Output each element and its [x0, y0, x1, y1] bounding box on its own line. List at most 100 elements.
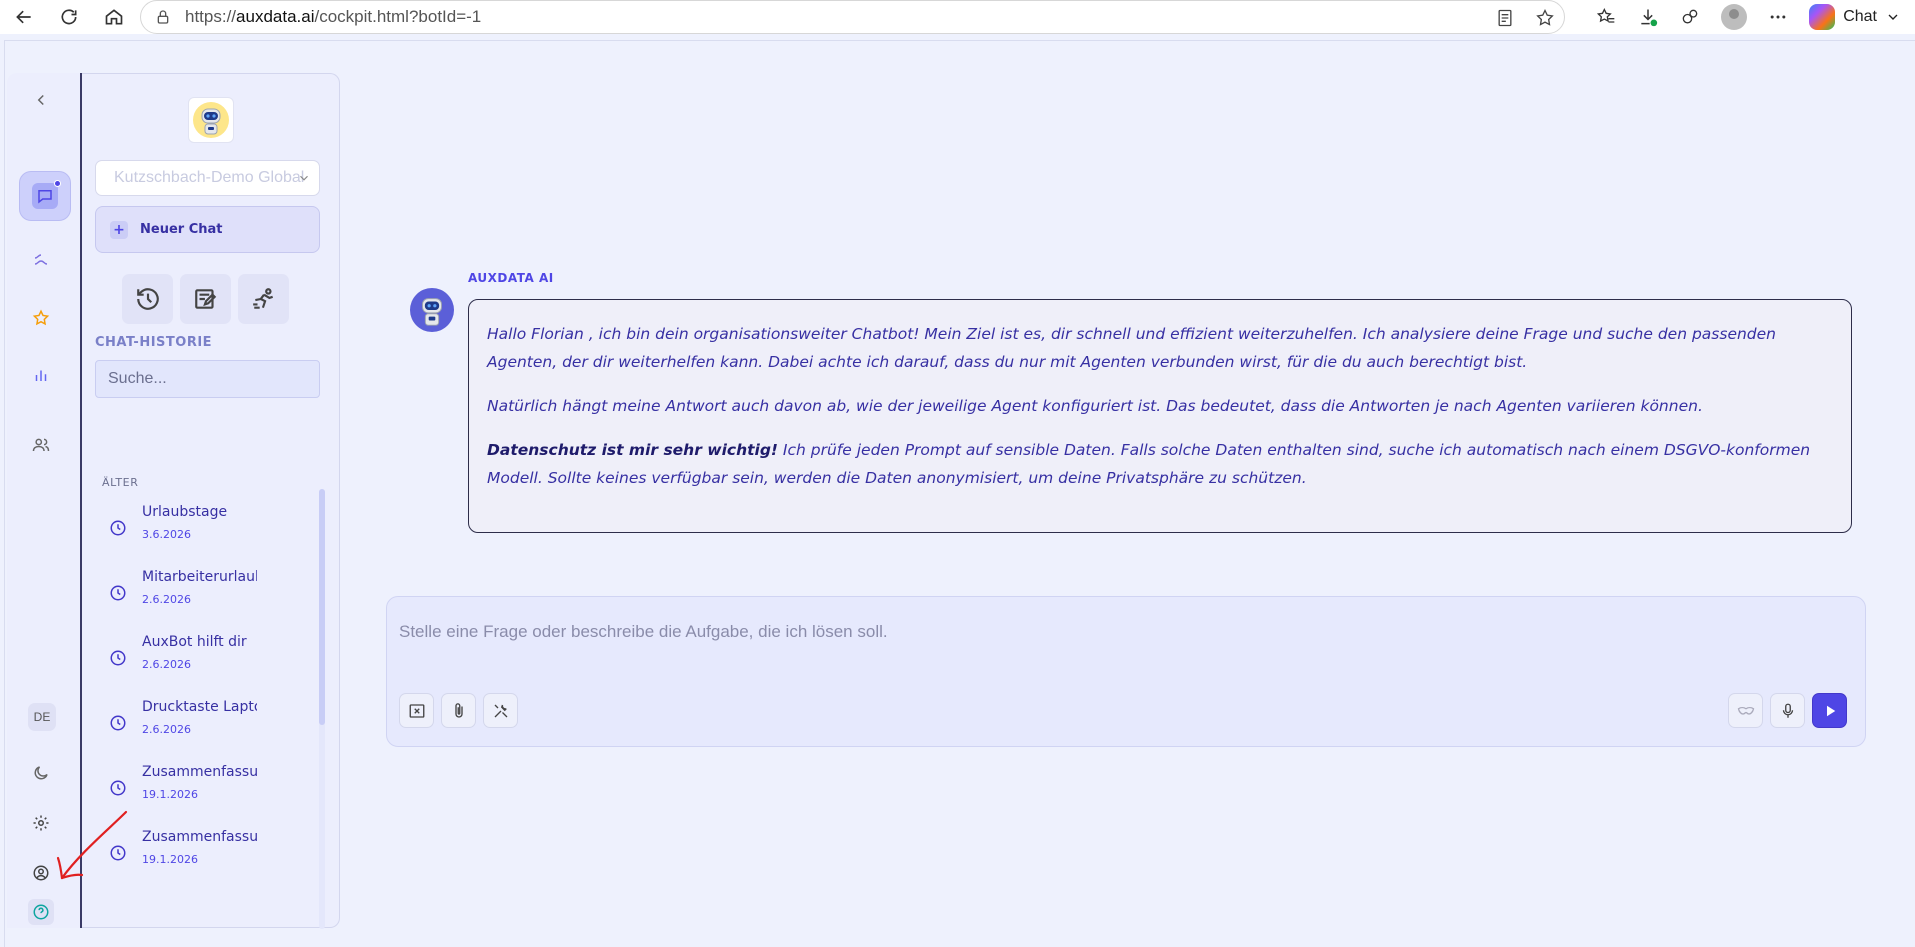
- history-item-title: Zusammenfassung: [142, 764, 257, 780]
- history-item-title: Mitarbeiterurlaub: [142, 569, 257, 585]
- assistant-avatar: [410, 288, 454, 332]
- copilot-icon: [1809, 4, 1836, 30]
- plus-icon: +: [110, 220, 128, 239]
- history-button[interactable]: [122, 274, 173, 324]
- gear-icon: [33, 815, 49, 831]
- settings-button[interactable]: [26, 808, 56, 838]
- runner-icon: [252, 288, 273, 309]
- help-button[interactable]: [28, 899, 54, 925]
- sidebar-tools: [122, 274, 289, 324]
- clear-chat-button[interactable]: [399, 693, 434, 728]
- clock-icon: [110, 845, 126, 861]
- star-icon: [32, 309, 50, 326]
- history-item[interactable]: Zusammenfassung 19.1.2026: [95, 826, 315, 891]
- edit-document-icon: [194, 289, 216, 309]
- robot-icon: [193, 102, 229, 138]
- history-item-date: 2.6.2026: [142, 723, 191, 736]
- downloads-icon[interactable]: [1637, 6, 1659, 28]
- chat-bubble-icon: [38, 190, 52, 204]
- home-icon[interactable]: [98, 1, 130, 33]
- address-bar[interactable]: https://auxdata.ai/cockpit.html?botId=-1: [140, 0, 1565, 34]
- paperclip-icon: [454, 702, 463, 718]
- history-item-date: 19.1.2026: [142, 788, 198, 801]
- chevron-left-icon: [37, 94, 44, 106]
- url-prefix: https://: [185, 7, 237, 26]
- attach-file-button[interactable]: [441, 693, 476, 728]
- favorite-star-icon[interactable]: [1534, 7, 1556, 29]
- copilot-chat-button[interactable]: Chat: [1809, 4, 1901, 30]
- history-item-title: Urlaubstage: [142, 504, 228, 520]
- history-item-date: 3.6.2026: [142, 528, 191, 541]
- microphone-button[interactable]: [1770, 693, 1805, 728]
- chevron-down-icon: [1888, 14, 1898, 20]
- history-search-input[interactable]: [95, 360, 320, 398]
- rail-analytics-button[interactable]: [26, 360, 56, 390]
- notification-dot: [54, 180, 61, 187]
- prompt-library-button[interactable]: [180, 274, 231, 324]
- agents-runner-button[interactable]: [238, 274, 289, 324]
- chat-sidebar: Kutzschbach-Demo Global + Neuer Chat CHA…: [82, 73, 340, 929]
- clock-icon: [110, 650, 126, 666]
- favorites-icon[interactable]: [1595, 6, 1617, 28]
- message-paragraph: Natürlich hängt meine Antwort auch davon…: [487, 397, 1703, 415]
- reload-icon[interactable]: [53, 1, 85, 33]
- dark-mode-toggle[interactable]: [26, 758, 56, 788]
- tools-icon: [494, 704, 507, 717]
- more-menu-icon[interactable]: [1767, 6, 1789, 28]
- rail-agents-button[interactable]: [26, 246, 56, 276]
- sparkle-icon: [34, 254, 48, 265]
- url-path: /cockpit.html?botId=-1: [314, 7, 482, 26]
- message-paragraph: Hallo Florian , ich bin dein organisatio…: [487, 325, 1777, 371]
- new-chat-button[interactable]: + Neuer Chat: [95, 206, 320, 253]
- prompt-input[interactable]: [399, 617, 1599, 647]
- bot-avatar: [188, 97, 234, 143]
- send-icon: [1826, 705, 1835, 716]
- privacy-emphasis: Datenschutz ist mir sehr wichtig!: [487, 441, 778, 459]
- message-composer: [386, 596, 1866, 747]
- send-button[interactable]: [1812, 693, 1847, 728]
- history-item-title: AuxBot hilft dir: [142, 634, 247, 650]
- history-item-title: Drucktaste Laptop: [142, 699, 257, 715]
- microphone-icon: [1782, 703, 1793, 718]
- assistant-message: Hallo Florian , ich bin dein organisatio…: [468, 299, 1852, 533]
- history-item[interactable]: AuxBot hilft dir 2.6.2026: [95, 631, 315, 696]
- chat-history-title: CHAT-HISTORIE: [95, 335, 213, 350]
- history-item[interactable]: Mitarbeiterurlaub 2.6.2026: [95, 566, 315, 631]
- url-host: auxdata.ai: [236, 7, 315, 26]
- history-item[interactable]: Urlaubstage 3.6.2026: [95, 501, 315, 566]
- anonymize-button[interactable]: [1728, 693, 1763, 728]
- collapse-sidebar-button[interactable]: [26, 85, 56, 115]
- browser-toolbar: https://auxdata.ai/cockpit.html?botId=-1…: [0, 0, 1915, 34]
- user-circle-icon: [33, 865, 49, 881]
- moon-icon: [34, 766, 48, 780]
- history-item[interactable]: Drucktaste Laptop 2.6.2026: [95, 696, 315, 761]
- icon-rail: DE: [7, 73, 82, 928]
- clock-icon: [110, 715, 126, 731]
- tools-button[interactable]: [483, 693, 518, 728]
- clear-box-icon: [409, 703, 424, 718]
- history-icon: [136, 288, 159, 310]
- history-item-date: 2.6.2026: [142, 658, 191, 671]
- new-chat-label: Neuer Chat: [140, 222, 223, 237]
- back-icon[interactable]: [8, 1, 40, 33]
- rail-chat-button[interactable]: [19, 171, 71, 221]
- extensions-icon[interactable]: [1679, 6, 1701, 28]
- rail-users-button[interactable]: [26, 430, 56, 460]
- history-item-date: 19.1.2026: [142, 853, 198, 866]
- reader-view-icon[interactable]: [1494, 7, 1516, 29]
- organization-select[interactable]: Kutzschbach-Demo Global: [95, 160, 320, 196]
- history-list: Urlaubstage 3.6.2026 Mitarbeiterurlaub 2…: [95, 501, 315, 891]
- chat-label: Chat: [1843, 8, 1877, 25]
- users-icon: [32, 438, 50, 452]
- rail-favorites-button[interactable]: [26, 303, 56, 333]
- profile-button[interactable]: [26, 858, 56, 888]
- language-switch[interactable]: DE: [28, 703, 56, 731]
- chevron-down-icon: [300, 175, 308, 181]
- clock-icon: [110, 520, 126, 536]
- history-scrollbar-thumb[interactable]: [319, 489, 325, 725]
- profile-avatar[interactable]: [1721, 4, 1748, 30]
- robot-icon: [422, 298, 442, 326]
- help-circle-icon: [33, 904, 49, 920]
- history-item[interactable]: Zusammenfassung 19.1.2026: [95, 761, 315, 826]
- url-text: https://auxdata.ai/cockpit.html?botId=-1: [185, 7, 481, 27]
